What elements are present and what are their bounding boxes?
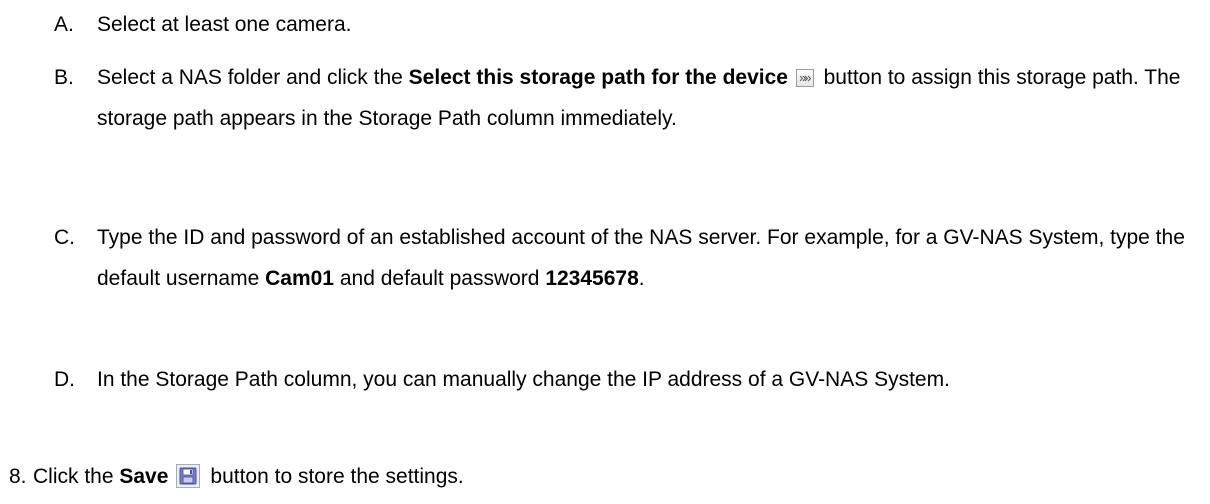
list-marker: B. (54, 66, 74, 89)
default-password: 12345678 (545, 267, 639, 290)
list-item-text: Click the (33, 465, 120, 488)
list-item-body: Type the ID and password of an establish… (97, 217, 1199, 299)
document-page: A. Select at least one camera. B. Select… (0, 0, 1210, 504)
list-item-d: D. In the Storage Path column, you can m… (54, 359, 1199, 400)
list-item-text: Select a NAS folder and click the (97, 66, 409, 89)
list-item-a: A. Select at least one camera. (54, 4, 1199, 45)
list-item-c: C. Type the ID and password of an establ… (54, 217, 1199, 299)
list-marker: D. (54, 368, 75, 391)
default-username: Cam01 (265, 267, 334, 290)
button-name-bold: Select this storage path for the device (408, 66, 788, 89)
list-item-text: and default password (334, 267, 546, 290)
double-arrow-button-icon (795, 69, 814, 87)
list-item-body: Select a NAS folder and click the Select… (97, 57, 1199, 139)
button-name-bold: Save (119, 465, 169, 488)
list-marker: 8. (9, 465, 27, 488)
list-marker: C. (54, 226, 75, 249)
list-item-text: button to store the settings. (210, 465, 464, 488)
list-item-b: B. Select a NAS folder and click the Sel… (54, 57, 1199, 139)
save-disk-icon (176, 464, 201, 488)
list-item-text: In the Storage Path column, you can manu… (97, 368, 950, 391)
list-item-text: . (638, 267, 645, 290)
step-item-8: 8. Click the Save button to store the set… (9, 456, 1199, 497)
list-item-text: Select at least one camera. (97, 13, 352, 36)
list-marker: A. (54, 13, 74, 36)
list-item-body: Click the Save button to store the settin… (33, 464, 464, 488)
